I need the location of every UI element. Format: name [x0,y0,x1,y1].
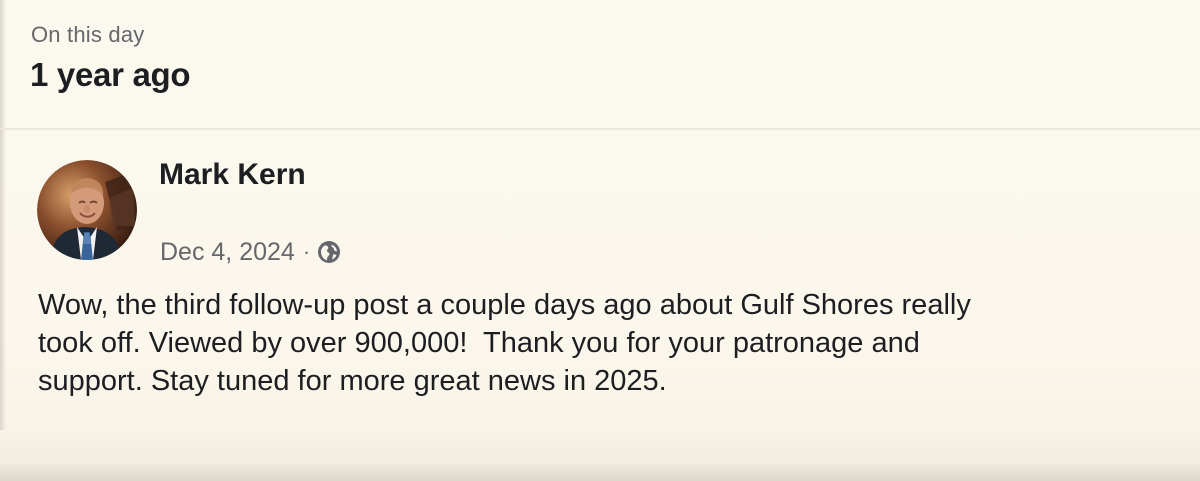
avatar[interactable] [37,160,137,260]
memory-label: On this day [31,22,145,47]
post-date[interactable]: Dec 4, 2024 [160,238,295,267]
memory-card: On this day 1 year ago Mark Kern Dec 4, … [0,0,1200,481]
post-text: Wow, the third follow-up post a couple d… [38,289,971,397]
post-meta: Dec 4, 2024 · [160,237,341,267]
profile-photo [37,160,137,260]
header-divider [0,128,1200,130]
globe-icon[interactable] [317,240,341,264]
card-left-edge [0,0,6,430]
bottom-shadow [0,428,1200,481]
memory-title: 1 year ago [30,56,191,93]
author-name[interactable]: Mark Kern [159,158,306,192]
meta-separator: · [302,239,311,264]
